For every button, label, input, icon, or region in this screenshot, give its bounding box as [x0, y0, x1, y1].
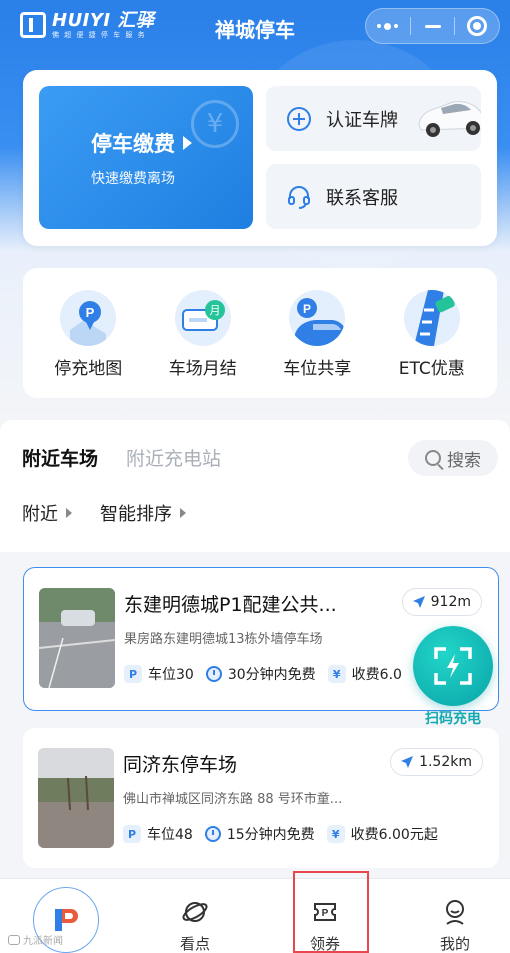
close-target-icon [467, 16, 488, 36]
distance-value: 912m [430, 594, 471, 610]
nearby-tabs: 附近车场 附近充电站 [22, 444, 221, 471]
watermark-icon [8, 934, 20, 945]
parking-payment-button[interactable]: ¥ 停车缴费 快速缴费离场 [39, 86, 253, 229]
planet-icon [180, 897, 210, 927]
filter-bar: 附近 智能排序 [22, 500, 186, 526]
nav-profile[interactable]: 我的 [405, 879, 505, 953]
filter-sort[interactable]: 智能排序 [100, 500, 186, 526]
scan-qr-icon [413, 626, 493, 706]
close-miniprogram-button[interactable] [455, 9, 499, 43]
plate-auth-label: 认证车牌 [326, 109, 398, 131]
payment-subtitle: 快速缴费离场 [91, 171, 175, 187]
monthly-pass-icon: 月 [174, 290, 231, 346]
spaces-count: 车位30 [148, 667, 194, 683]
filter-distance[interactable]: 附近 [22, 500, 72, 526]
lot-photo [38, 748, 114, 848]
quick-entry-label: 停充地图 [54, 359, 123, 379]
svg-text:月: 月 [209, 304, 220, 317]
distance-value: 1.52km [419, 754, 472, 770]
space-share-icon: P [289, 290, 346, 346]
free-time: 30分钟内免费 [227, 667, 316, 683]
scan-charge-button[interactable]: 扫码充电 [410, 626, 496, 730]
highlight-annotation [293, 871, 369, 953]
spaces-count: 车位48 [147, 827, 193, 843]
clock-icon [204, 826, 221, 842]
customer-service-button[interactable]: 联系客服 [266, 164, 481, 229]
tab-nearby-charging[interactable]: 附近充电站 [126, 444, 221, 471]
arrow-right-icon [183, 136, 192, 150]
search-label: 搜索 [447, 450, 481, 471]
payment-title: 停车缴费 [91, 132, 175, 156]
fee-text: 收费6.0 [351, 667, 402, 683]
distance-badge[interactable]: 1.52km [390, 748, 483, 776]
fee-text: 收费6.00元起 [350, 827, 438, 843]
nav-label: 我的 [439, 935, 470, 953]
scan-charge-label: 扫码充电 [425, 711, 481, 727]
yen-icon: ¥ [191, 100, 239, 148]
lot-name: 东建明德城P1配建公共... [124, 594, 337, 616]
parking-map-icon: P [60, 290, 117, 346]
lot-address: 果房路东建明德城13栋外墙停车场 [124, 632, 323, 647]
svg-text:P: P [86, 305, 95, 320]
top-bar: HUIYI 汇驿 佛 超 便 捷 停 车 服 务 禅城停车 [0, 0, 510, 52]
headset-icon [286, 184, 312, 210]
lot-tags: P 车位30 30分钟内免费 ¥ 收费6.0 [124, 664, 402, 684]
nav-kandian[interactable]: 看点 [145, 879, 245, 953]
more-button[interactable] [366, 9, 410, 43]
quick-entries: P 停充地图 月 车场月结 P 车位共享 ETC优惠 [23, 268, 497, 398]
profile-icon [440, 897, 470, 927]
miniprogram-capsule [365, 8, 500, 44]
yen-badge-icon: ¥ [326, 825, 345, 843]
home-logo-icon [55, 909, 78, 931]
lot-name: 同济东停车场 [123, 754, 238, 776]
lot-photo [39, 588, 115, 688]
quick-entry-share[interactable]: P 车位共享 [262, 290, 372, 398]
caret-right-icon [180, 508, 186, 518]
lot-address: 佛山市禅城区同济东路 88 号环市童... [123, 792, 343, 807]
customer-service-label: 联系客服 [326, 187, 398, 209]
plate-auth-button[interactable]: 认证车牌 [266, 86, 481, 151]
minimize-icon [424, 24, 441, 28]
search-icon [425, 450, 441, 466]
car-image [418, 101, 481, 137]
parking-lot-card[interactable]: 同济东停车场 1.52km 佛山市禅城区同济东路 88 号环市童... P 车位4… [23, 728, 499, 868]
minimize-button[interactable] [411, 9, 455, 43]
bottom-nav: 看点 P 领券 我的 [0, 878, 510, 953]
etc-discount-icon [403, 290, 460, 346]
svg-text:P: P [303, 302, 311, 316]
distance-badge[interactable]: 912m [401, 588, 482, 616]
clock-icon [205, 666, 222, 682]
parking-p-icon: P [123, 825, 141, 843]
plus-circle-icon [286, 106, 312, 132]
filter-label: 智能排序 [100, 504, 172, 525]
quick-entry-label: 车场月结 [168, 359, 237, 379]
parking-p-icon: P [124, 665, 142, 683]
lot-tags: P 车位48 15分钟内免费 ¥ 收费6.00元起 [123, 824, 438, 844]
yen-badge-icon: ¥ [327, 665, 346, 683]
tab-nearby-parking[interactable]: 附近车场 [22, 444, 98, 471]
quick-entry-etc[interactable]: ETC优惠 [377, 290, 487, 398]
quick-entry-map[interactable]: P 停充地图 [33, 290, 143, 398]
navigation-arrow-icon [401, 756, 414, 768]
service-card: ¥ 停车缴费 快速缴费离场 认证车牌 联系客服 [23, 70, 497, 246]
quick-entry-monthly[interactable]: 月 车场月结 [148, 290, 258, 398]
navigation-arrow-icon [412, 596, 425, 608]
caret-right-icon [66, 508, 72, 518]
free-time: 15分钟内免费 [226, 827, 315, 843]
search-button[interactable]: 搜索 [408, 440, 498, 476]
quick-entry-label: 车位共享 [283, 359, 352, 379]
watermark: 九派新闻 [8, 932, 63, 947]
more-dots-icon [377, 22, 399, 30]
filter-label: 附近 [22, 504, 58, 525]
watermark-text: 九派新闻 [23, 936, 63, 947]
nav-label: 看点 [179, 935, 210, 953]
quick-entry-label: ETC优惠 [398, 359, 465, 379]
